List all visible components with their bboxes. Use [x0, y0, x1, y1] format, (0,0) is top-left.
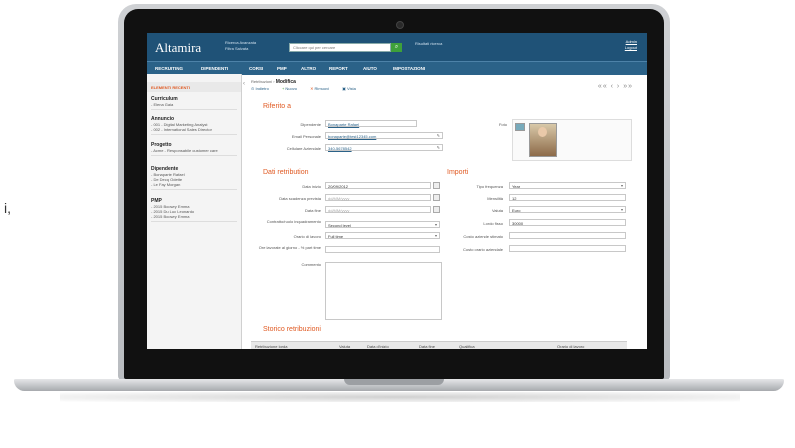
- edit-icon[interactable]: ✎: [437, 133, 440, 138]
- laptop-notch: [344, 379, 444, 385]
- sidebar-link[interactable]: - Acme - Responsabile customer care: [151, 148, 237, 153]
- costo-orario-label: Costo orario aziendale: [462, 247, 503, 252]
- nav-aiuto[interactable]: AIUTO: [363, 66, 377, 71]
- logout-link[interactable]: Logout: [625, 45, 637, 51]
- edit-icon[interactable]: ✎: [437, 145, 440, 150]
- data-fine-field[interactable]: dd/MM/yyyy: [325, 206, 431, 213]
- cell-field[interactable]: 340-5678542 ✎: [325, 144, 443, 151]
- mensilita-field[interactable]: 12: [509, 194, 626, 201]
- nav-dipendenti[interactable]: DIPENDENTI: [201, 66, 228, 71]
- data-scadenza-label: Data scadenza prevista: [279, 196, 321, 201]
- sidebar-section: Dipendente - Bonaparte Rafael - De Decq …: [151, 166, 237, 190]
- nav-altro[interactable]: ALTRO: [301, 66, 316, 71]
- sidebar-link[interactable]: - Le Fay Morgan: [151, 182, 237, 187]
- sidebar-link[interactable]: - 2015 Boowry Emma: [151, 214, 237, 219]
- foto-label: Foto: [498, 122, 507, 127]
- contratto-select[interactable]: Second level ▾: [325, 221, 440, 228]
- commento-label: Commento: [301, 262, 321, 267]
- costo-stimato-field[interactable]: [509, 232, 626, 239]
- laptop-shadow: [60, 392, 740, 402]
- col-valuta[interactable]: Valuta: [339, 344, 350, 349]
- sidebar-link[interactable]: - 002 - International Sales Director: [151, 127, 237, 132]
- search-icon[interactable]: ⌕: [391, 43, 402, 52]
- valuta-label: Valuta: [491, 208, 503, 213]
- action-bar: ⊙ Indietro + Nuovo ✕ Rimuovi ▣ Vista: [251, 86, 368, 91]
- contratto-label: Contratto/ruolo inquadramento: [266, 219, 321, 224]
- sidebar-section: PMP - 2015 Boowry Emma - 2015 Du Luc Leo…: [151, 198, 237, 222]
- ore-field[interactable]: [325, 246, 440, 253]
- sidebar-section: Curriculum - Elena Gaia: [151, 96, 237, 110]
- saved-filter-link[interactable]: Filtra Salvata: [225, 46, 256, 52]
- valuta-select[interactable]: Euro ▾: [509, 206, 626, 213]
- camera-icon: [396, 21, 404, 29]
- tipo-select[interactable]: Year ▾: [509, 182, 626, 189]
- top-bar: Altamira Ricerca Avanzata Filtra Salvata…: [147, 33, 647, 61]
- stray-text: i,: [4, 200, 11, 216]
- dipendente-field[interactable]: Bonaparte Rafael: [325, 120, 417, 127]
- cell-label: Cellulare Aziendale: [286, 146, 321, 151]
- col-data-fine[interactable]: Data fine: [419, 344, 435, 349]
- breadcrumb-parent[interactable]: Retribuzioni: [251, 79, 272, 84]
- data-inizio-label: Data inizio: [302, 184, 321, 189]
- lordo-field[interactable]: 30000: [509, 219, 626, 226]
- history-table-header: Retribuzione lorda Valuta Data d'inizio …: [251, 341, 627, 349]
- col-retribuzione[interactable]: Retribuzione lorda: [255, 344, 287, 349]
- commento-textarea[interactable]: [325, 262, 442, 320]
- data-inizio-field[interactable]: 20/09/2012: [325, 182, 431, 189]
- orario-label: Orario di lavoro: [293, 234, 321, 239]
- col-data-inizio[interactable]: Data d'inizio: [367, 344, 389, 349]
- app-screen: Altamira Ricerca Avanzata Filtra Salvata…: [147, 33, 647, 349]
- tipo-label: Tipo frequenza: [476, 184, 503, 189]
- nav-recruiting[interactable]: RECRUITING: [155, 66, 183, 71]
- nav-corsi[interactable]: CORSI: [249, 66, 263, 71]
- nav-impostazioni[interactable]: IMPOSTAZIONI: [393, 66, 425, 71]
- collapse-sidebar-icon[interactable]: ‹: [243, 81, 245, 87]
- orario-select[interactable]: Full time ▾: [325, 232, 440, 239]
- new-button[interactable]: + Nuovo: [282, 86, 303, 91]
- user-menu: Admin Logout: [625, 39, 637, 51]
- data-fine-label: Data fine: [304, 208, 321, 213]
- sidebar-section: Progetto - Acme - Responsabile customer …: [151, 142, 237, 156]
- recent-searches[interactable]: Risultati ricerca: [415, 41, 442, 46]
- email-label: Email Personale: [291, 134, 321, 139]
- nav-report[interactable]: REPORT: [329, 66, 348, 71]
- sidebar-link[interactable]: - Elena Gaia: [151, 102, 237, 107]
- sidebar: ELEMENTI RECENTI Curriculum - Elena Gaia…: [147, 74, 242, 349]
- breadcrumb-current: Modifica: [275, 79, 296, 85]
- chevron-down-icon: ▾: [620, 183, 623, 188]
- costo-stimato-label: Costo aziende stimato: [463, 234, 503, 239]
- chevron-down-icon: ▾: [620, 207, 623, 212]
- sidebar-header: ELEMENTI RECENTI: [147, 82, 241, 92]
- mensilita-label: Mensilità: [487, 196, 503, 201]
- remove-button[interactable]: ✕ Rimuovi: [310, 86, 335, 91]
- lordo-label: Lordo fisso: [483, 221, 503, 226]
- col-orario[interactable]: Orario di lavoro: [557, 344, 584, 349]
- pager[interactable]: «« ‹ › »»: [598, 83, 633, 90]
- main-nav: RECRUITING DIPENDENTI CORSI PMP ALTRO RE…: [147, 61, 647, 75]
- photo-thumb-icon[interactable]: [515, 123, 525, 131]
- dipendente-label: Dipendente: [300, 122, 321, 127]
- costo-orario-field[interactable]: [509, 245, 626, 252]
- col-qualifica[interactable]: Qualifica: [459, 344, 475, 349]
- nav-pmp[interactable]: PMP: [277, 66, 287, 71]
- sidebar-section: Annuncio - 001 - Digital Marketing Analy…: [151, 116, 237, 135]
- back-button[interactable]: ⊙ Indietro: [251, 86, 275, 91]
- breadcrumb: Retribuzioni › Modifica: [251, 79, 296, 85]
- section-heading-importi: Importi: [447, 169, 469, 176]
- photo-face: [538, 127, 547, 137]
- section-heading-storico: Storico retribuzioni: [263, 326, 321, 333]
- section-heading-riferito: Riferito a: [263, 103, 292, 110]
- view-button[interactable]: ▣ Vista: [342, 86, 362, 91]
- context-links: Ricerca Avanzata Filtra Salvata: [225, 40, 256, 52]
- app-logo[interactable]: Altamira: [155, 40, 201, 56]
- email-field[interactable]: bonaparte@test12345.com ✎: [325, 132, 443, 139]
- ore-label: Ore lavorate al giorno - % part time: [258, 245, 321, 250]
- data-scadenza-field[interactable]: dd/MM/yyyy: [325, 194, 431, 201]
- search-input[interactable]: Cliccare qui per cercare: [289, 43, 391, 52]
- section-heading-dati: Dati retribution: [263, 169, 309, 176]
